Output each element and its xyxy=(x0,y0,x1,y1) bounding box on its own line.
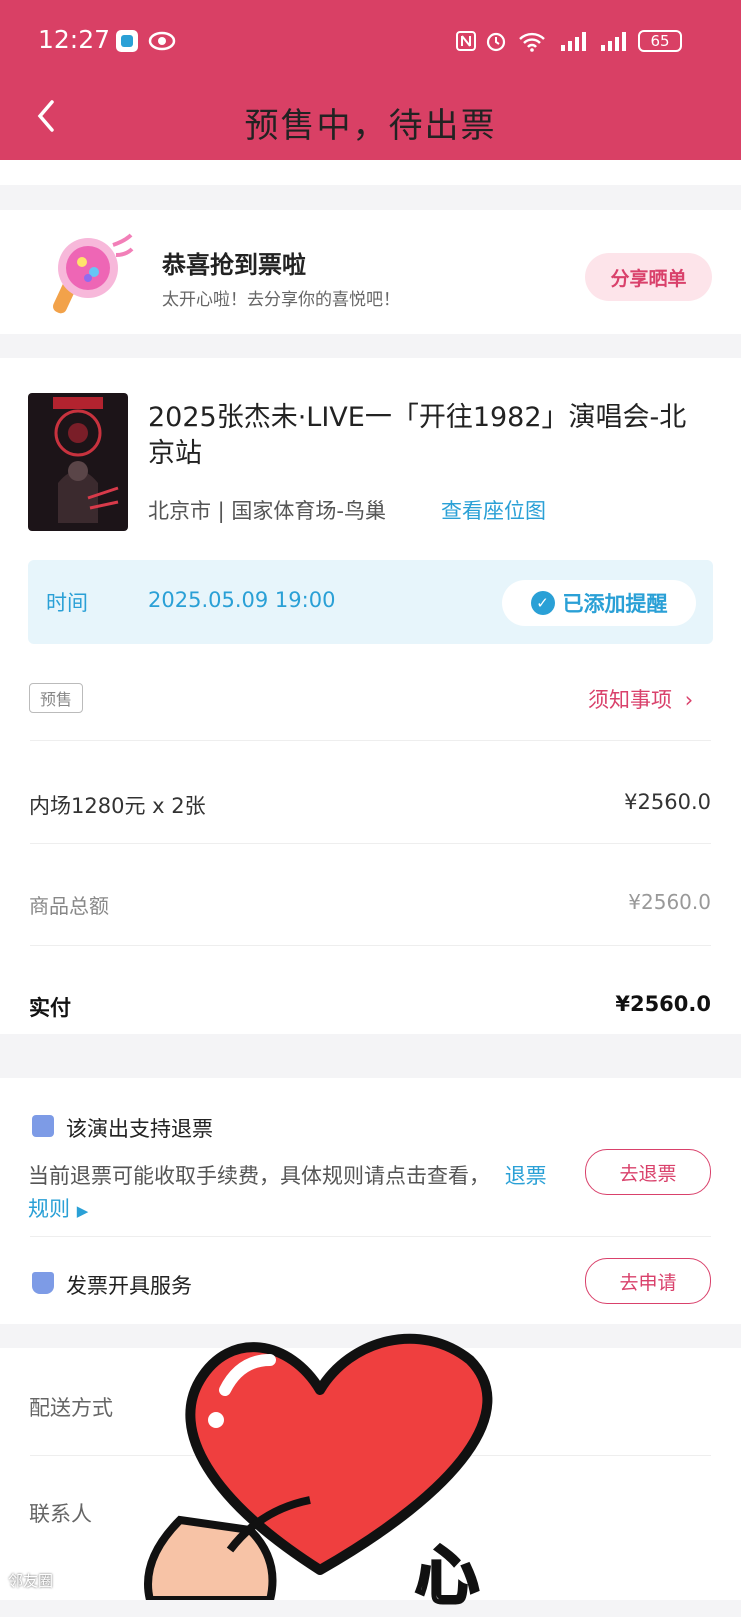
reminder-label: 已添加提醒 xyxy=(562,592,668,616)
signal-icon-1 xyxy=(560,30,588,52)
check-icon: ✓ xyxy=(530,591,555,615)
lightstick-illustration xyxy=(38,220,138,320)
refund-title: 该演出支持退票 xyxy=(66,1117,213,1141)
seat-map-link[interactable]: 查看座位图 xyxy=(441,495,546,525)
ticket-amount: ¥2560.0 xyxy=(624,790,711,814)
invoice-apply-button[interactable]: 去申请 xyxy=(585,1258,711,1304)
refund-icon xyxy=(32,1115,54,1137)
total-amount: ¥2560.0 xyxy=(628,890,711,914)
notice-link[interactable]: 须知事项 › xyxy=(588,684,693,714)
time-value: 2025.05.09 19:00 xyxy=(148,588,336,612)
sticker-text: 心 xyxy=(414,1539,481,1616)
refund-description: 当前退票可能收取手续费，具体规则请点击查看， 退票规则 ▶ xyxy=(28,1160,548,1228)
watermark: 邻友圈 xyxy=(8,1572,54,1590)
reminder-button[interactable]: ✓ 已添加提醒 xyxy=(502,580,696,626)
alarm-icon xyxy=(485,30,507,52)
wifi-icon xyxy=(517,30,547,52)
divider xyxy=(30,945,711,946)
chat-app-icon xyxy=(116,30,138,52)
nfc-icon xyxy=(455,30,477,52)
refund-button[interactable]: 去退票 xyxy=(585,1149,711,1195)
battery-icon: 65 xyxy=(638,30,682,52)
top-strip xyxy=(0,160,741,185)
refund-desc-text: 当前退票可能收取手续费，具体规则请点击查看， xyxy=(28,1164,490,1188)
event-poster[interactable] xyxy=(28,393,128,531)
congrats-title: 恭喜抢到票啦 xyxy=(162,251,306,279)
caret-right-icon: ▶ xyxy=(76,1202,89,1220)
heart-hand-sticker xyxy=(120,1320,560,1604)
divider xyxy=(30,740,711,741)
status-time: 12:27 xyxy=(38,25,111,54)
notice-label: 须知事项 xyxy=(588,688,672,712)
congrats-subtitle: 太开心啦！去分享你的喜悦吧！ xyxy=(162,290,400,310)
presale-tag: 预售 xyxy=(29,683,84,713)
eye-icon xyxy=(148,30,176,52)
delivery-label: 配送方式 xyxy=(29,1396,113,1420)
invoice-icon xyxy=(32,1272,54,1294)
share-button[interactable]: 分享晒单 xyxy=(585,253,712,301)
total-label: 商品总额 xyxy=(29,894,109,918)
event-title: 2025张杰未·LIVE一「开往1982」演唱会-北京站 xyxy=(148,402,687,469)
contact-label: 联系人 xyxy=(29,1502,92,1526)
event-venue: 北京市 | 国家体育场-鸟巢 xyxy=(148,499,387,523)
invoice-title: 发票开具服务 xyxy=(66,1274,192,1298)
divider xyxy=(30,843,711,844)
battery-level: 65 xyxy=(650,32,670,50)
divider xyxy=(30,1236,711,1237)
ticket-line: 内场1280元 x 2张 xyxy=(29,794,206,818)
chevron-right-icon: › xyxy=(684,688,694,712)
signal-icon-2 xyxy=(600,30,628,52)
time-label: 时间 xyxy=(46,591,88,615)
paid-label: 实付 xyxy=(29,996,71,1020)
paid-amount: ¥2560.0 xyxy=(615,992,711,1016)
page-title: 预售中，待出票 xyxy=(244,106,497,146)
